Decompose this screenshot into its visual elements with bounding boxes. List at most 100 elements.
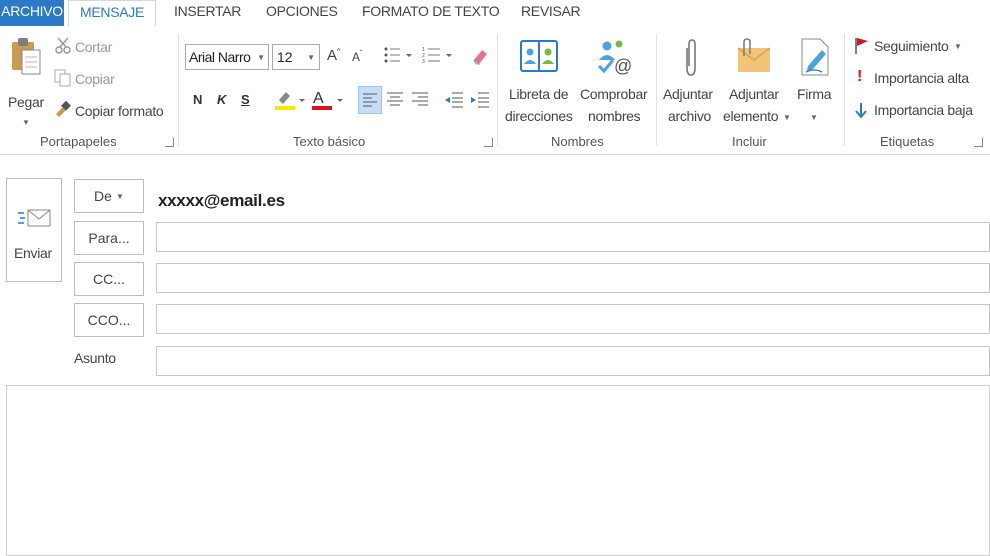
low-importance-label: Importancia baja bbox=[874, 102, 973, 118]
ribbon-tab-bar: ARCHIVO MENSAJE INSERTAR OPCIONES FORMAT… bbox=[0, 0, 990, 27]
decrease-indent-icon[interactable] bbox=[444, 92, 464, 108]
follow-up-button[interactable]: Seguimiento ▼ bbox=[852, 36, 972, 58]
attach-item-label-line2: elemento bbox=[723, 108, 779, 124]
clear-formatting-icon[interactable] bbox=[470, 46, 490, 66]
copy-icon bbox=[54, 69, 71, 87]
basic-text-dialog-launcher-icon[interactable] bbox=[484, 138, 493, 147]
exclamation-icon: ! bbox=[857, 68, 863, 85]
attach-file-button[interactable]: Adjuntar archivo bbox=[661, 34, 721, 126]
cc-field[interactable] bbox=[156, 263, 990, 293]
send-label: Enviar bbox=[14, 245, 52, 261]
follow-up-label: Seguimiento bbox=[874, 38, 949, 54]
paste-dropdown-arrow-icon[interactable]: ▼ bbox=[22, 118, 30, 127]
group-divider bbox=[844, 34, 845, 146]
attach-item-label-line1: Adjuntar bbox=[729, 86, 779, 102]
signature-dropdown-icon: ▼ bbox=[810, 113, 818, 122]
numbering-icon[interactable]: 1 2 3 bbox=[422, 46, 456, 64]
font-color-icon[interactable]: A bbox=[311, 88, 345, 112]
clipboard-group-label: Portapapeles bbox=[40, 134, 117, 149]
tab-mensaje[interactable]: MENSAJE bbox=[68, 0, 156, 27]
signature-button[interactable]: Firma ▼ bbox=[792, 34, 838, 126]
include-group-label: Incluir bbox=[732, 134, 767, 149]
from-label: De bbox=[94, 188, 112, 204]
low-importance-button[interactable]: Importancia baja bbox=[852, 100, 982, 122]
align-left-button[interactable] bbox=[358, 86, 382, 114]
group-divider bbox=[178, 34, 179, 146]
tab-archivo[interactable]: ARCHIVO bbox=[0, 0, 64, 26]
attach-file-label-line1: Adjuntar bbox=[663, 86, 713, 102]
send-button[interactable]: Enviar bbox=[6, 178, 62, 282]
svg-text:3: 3 bbox=[422, 59, 425, 64]
group-divider bbox=[497, 34, 498, 146]
check-names-label-line1: Comprobar bbox=[580, 86, 648, 102]
attach-file-label-line2: archivo bbox=[668, 108, 712, 124]
from-button[interactable]: De ▼ bbox=[74, 179, 144, 213]
paperclip-icon bbox=[686, 39, 696, 76]
italic-button[interactable]: K bbox=[217, 92, 226, 107]
align-center-icon[interactable] bbox=[386, 92, 404, 108]
shrink-font-icon[interactable]: Aˇ bbox=[352, 49, 362, 64]
bcc-field[interactable] bbox=[156, 304, 990, 334]
tags-dialog-launcher-icon[interactable] bbox=[974, 138, 983, 147]
names-group-label: Nombres bbox=[551, 134, 604, 149]
copy-button[interactable]: Copiar bbox=[75, 71, 115, 87]
to-field[interactable] bbox=[156, 222, 990, 252]
to-button[interactable]: Para... bbox=[74, 221, 144, 255]
align-left-icon bbox=[363, 93, 377, 107]
font-name-value: Arial Narro bbox=[189, 49, 251, 65]
font-size-combo[interactable]: 12 ▼ bbox=[272, 44, 320, 70]
font-size-dropdown-icon: ▼ bbox=[307, 53, 315, 62]
increase-indent-icon[interactable] bbox=[470, 92, 490, 108]
grow-font-icon[interactable]: A^ bbox=[327, 47, 341, 64]
tags-group-label: Etiquetas bbox=[880, 134, 935, 149]
address-book-button[interactable]: Libreta de direcciones bbox=[503, 34, 575, 126]
font-name-combo[interactable]: Arial Narro ▼ bbox=[185, 44, 269, 70]
from-address: xxxxx@email.es bbox=[158, 191, 285, 210]
address-book-icon bbox=[520, 40, 558, 72]
svg-text:A: A bbox=[313, 90, 324, 107]
follow-up-dropdown-icon: ▼ bbox=[954, 42, 962, 51]
address-book-label-line2: direcciones bbox=[505, 108, 573, 124]
bullets-icon[interactable] bbox=[384, 46, 414, 64]
subject-field[interactable] bbox=[156, 346, 990, 376]
format-painter-icon bbox=[56, 100, 71, 117]
paste-button[interactable]: Pegar ▼ bbox=[4, 34, 46, 127]
paste-icon bbox=[12, 38, 41, 75]
check-names-button[interactable]: @ Comprobar nombres bbox=[578, 34, 652, 126]
address-book-label-line1: Libreta de bbox=[509, 86, 569, 102]
bcc-button[interactable]: CCO... bbox=[74, 303, 144, 337]
group-divider bbox=[656, 34, 657, 146]
ribbon: Pegar ▼ Cortar Copiar Copiar formato Por… bbox=[0, 26, 990, 155]
signature-icon bbox=[801, 38, 829, 76]
font-size-value: 12 bbox=[277, 49, 293, 65]
attach-item-dropdown-icon: ▼ bbox=[783, 113, 791, 122]
subject-label: Asunto bbox=[74, 350, 116, 366]
clipboard-dialog-launcher-icon[interactable] bbox=[165, 138, 174, 147]
signature-label: Firma bbox=[797, 86, 832, 102]
basic-text-group-label: Texto básico bbox=[293, 134, 366, 149]
high-importance-button[interactable]: ! Importancia alta bbox=[852, 68, 982, 90]
attach-item-icon bbox=[737, 38, 771, 72]
message-body[interactable] bbox=[6, 385, 990, 556]
high-importance-label: Importancia alta bbox=[874, 70, 969, 86]
bold-button[interactable]: N bbox=[193, 92, 202, 107]
format-painter-button[interactable]: Copiar formato bbox=[75, 103, 164, 119]
down-arrow-icon bbox=[855, 103, 867, 118]
align-right-icon[interactable] bbox=[411, 92, 429, 108]
tab-insertar[interactable]: INSERTAR bbox=[174, 0, 241, 26]
from-dropdown-icon: ▼ bbox=[116, 192, 124, 201]
tab-revisar[interactable]: REVISAR bbox=[521, 0, 581, 26]
attach-item-button[interactable]: Adjuntar elemento ▼ bbox=[721, 34, 791, 126]
highlight-color-icon[interactable] bbox=[273, 88, 307, 112]
send-envelope-icon bbox=[18, 209, 51, 227]
check-names-icon: @ bbox=[597, 40, 632, 76]
font-name-dropdown-icon: ▼ bbox=[257, 53, 265, 62]
tab-formato-de-texto[interactable]: FORMATO DE TEXTO bbox=[362, 0, 500, 26]
cc-button[interactable]: CC... bbox=[74, 262, 144, 296]
cut-icon bbox=[55, 37, 71, 54]
check-names-label-line2: nombres bbox=[588, 108, 641, 124]
underline-button[interactable]: S bbox=[241, 92, 250, 107]
svg-text:@: @ bbox=[614, 56, 632, 76]
tab-opciones[interactable]: OPCIONES bbox=[266, 0, 338, 26]
cut-button[interactable]: Cortar bbox=[75, 39, 112, 55]
